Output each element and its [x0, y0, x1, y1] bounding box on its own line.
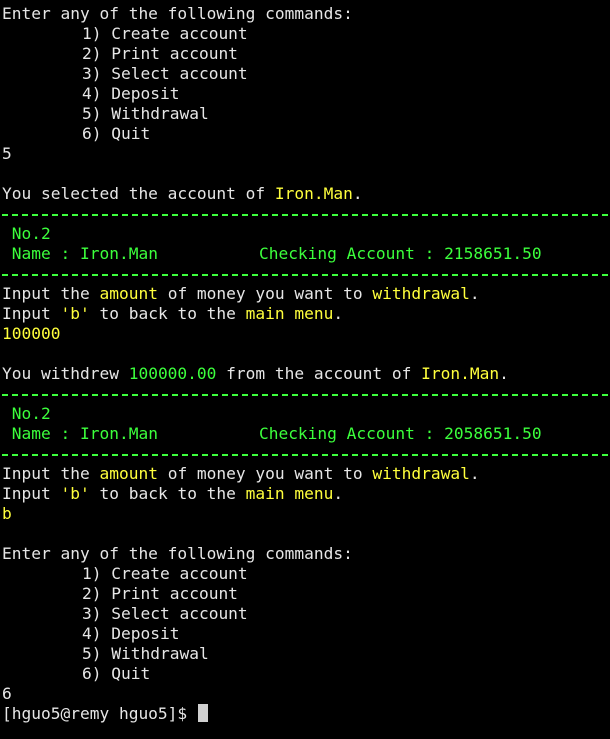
user-input: b [2, 504, 12, 523]
account-type-label: Checking Account : [258, 424, 445, 443]
account-details: Name : Iron.Man Checking Account : 205865… [0, 424, 610, 444]
user-input: 5 [2, 144, 12, 163]
shell-prompt-line[interactable]: [hguo5@remy hguo5]$ [0, 704, 610, 724]
withdraw-amount-prompt: Input the amount of money you want to wi… [2, 284, 480, 303]
menu-item-quit: 6) Quit [82, 664, 151, 683]
menu-item-deposit: 4) Deposit [82, 84, 180, 103]
account-name: Iron.Man [421, 364, 500, 383]
menu-item-quit: 6) Quit [82, 124, 151, 143]
separator-line [0, 264, 610, 284]
shell-prompt: [hguo5@remy hguo5]$ [2, 704, 197, 723]
account-name: Iron.Man [274, 184, 353, 203]
menu-item-create: 1) Create account [82, 564, 248, 583]
separator-line [0, 204, 610, 224]
name-value: Iron.Man [79, 244, 158, 263]
withdraw-confirmation: You withdrew 100000.00 from the account … [2, 364, 509, 383]
menu-prompt: Enter any of the following commands: [2, 544, 353, 563]
name-label: Name : [11, 244, 80, 263]
menu-item-print: 2) Print account [82, 584, 238, 603]
back-prompt: Input 'b' to back to the main menu. [2, 484, 344, 503]
menu-item-select: 3) Select account [82, 64, 248, 83]
name-label: Name : [11, 424, 80, 443]
menu-item-print: 2) Print account [82, 44, 238, 63]
account-type-label: Checking Account : [258, 244, 445, 263]
text-cursor[interactable] [197, 704, 208, 722]
user-input: 6 [2, 684, 12, 703]
menu-item-withdrawal: 5) Withdrawal [82, 104, 209, 123]
message-text: You selected the account of [2, 184, 275, 203]
name-value: Iron.Man [79, 424, 158, 443]
menu-item-deposit: 4) Deposit [82, 624, 180, 643]
separator-line [0, 444, 610, 464]
account-balance: 2058651.50 [444, 424, 542, 443]
selected-account-message: You selected the account of Iron.Man. [0, 184, 610, 204]
menu-item-select: 3) Select account [82, 604, 248, 623]
separator-line [0, 384, 610, 404]
menu-prompt: Enter any of the following commands: [2, 4, 353, 23]
menu-item-withdrawal: 5) Withdrawal [82, 644, 209, 663]
menu-item-create: 1) Create account [82, 24, 248, 43]
withdraw-amount-prompt: Input the amount of money you want to wi… [2, 464, 480, 483]
terminal-window[interactable]: Enter any of the following commands: 1) … [0, 0, 610, 739]
account-number: No.2 [11, 404, 51, 423]
account-details: Name : Iron.Man Checking Account : 215865… [0, 244, 610, 264]
message-text: . [352, 184, 363, 203]
account-balance: 2158651.50 [444, 244, 542, 263]
back-prompt: Input 'b' to back to the main menu. [2, 304, 344, 323]
user-input: 100000 [2, 324, 61, 343]
withdrawn-amount: 100000.00 [128, 364, 217, 383]
account-number: No.2 [11, 224, 51, 243]
